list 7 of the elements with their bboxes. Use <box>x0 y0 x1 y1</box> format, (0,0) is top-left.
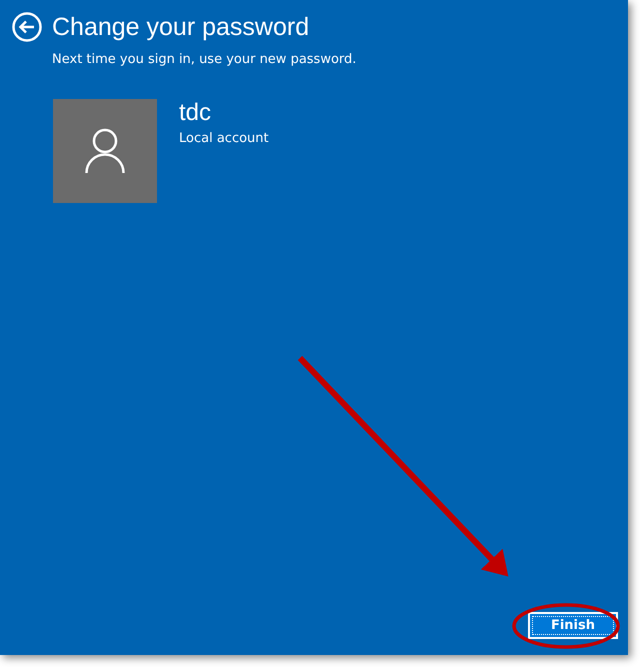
back-icon[interactable] <box>12 12 42 42</box>
account-type: Local account <box>179 131 269 146</box>
account-name: tdc <box>179 99 212 127</box>
page-title: Change your password <box>52 12 310 42</box>
instruction-text: Next time you sign in, use your new password. <box>52 52 358 67</box>
user-icon <box>85 128 125 174</box>
finish-button[interactable]: Finish <box>528 612 618 639</box>
